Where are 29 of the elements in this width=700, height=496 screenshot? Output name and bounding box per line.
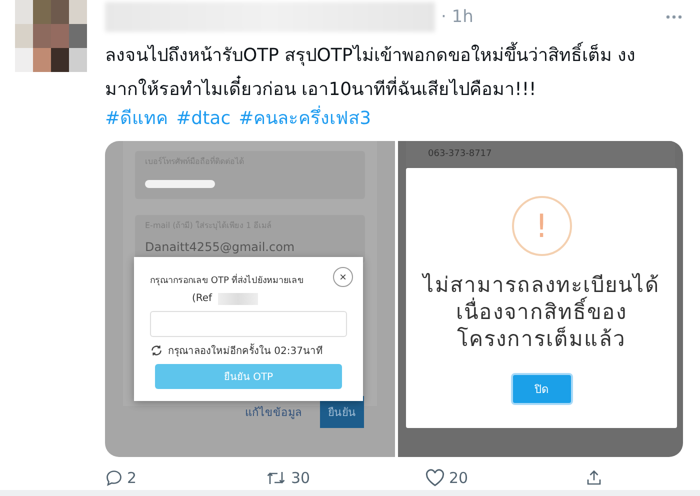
heart-icon — [425, 469, 445, 488]
avatar[interactable] — [15, 0, 87, 72]
alert-message: ไม่สามารถลงทะเบียนได้ เนื่องจากสิทธิ์ของ โครงการเต็มแล้ว — [423, 272, 660, 353]
ref-label: (Ref — [192, 293, 212, 304]
field-value: Danaitt4255@gmail.com — [145, 240, 296, 254]
hashtag-link[interactable]: #คนละครึ่งเฟส3 — [238, 106, 372, 131]
refresh-icon — [150, 344, 163, 357]
otp-input-field[interactable] — [150, 310, 347, 337]
submit-otp-button[interactable]: ยืนยัน OTP — [155, 364, 342, 389]
blurred-ref — [218, 292, 258, 305]
like-button[interactable]: 20 — [425, 469, 585, 488]
hashtag-link[interactable]: #dtac — [176, 106, 231, 131]
more-icon[interactable] — [665, 14, 683, 20]
alert-screenshot[interactable]: 063-373-8717 ! ไม่สามารถลงทะเบียนได้ เนื่องจากสิทธิ์ของ โครงการเต็มแล้ว ปิด — [398, 140, 683, 457]
redaction-mark — [145, 180, 215, 188]
post-text: ลงจนไปถึงหน้ารับOTP สรุปOTPไม่เข้าพอกดขอใหม่ขึ้นว่าสิทธิ์เต็ม งง มากให้รอทำไมเดี๋ยวก่อน เอา10นาทีที่ฉันเสียไปคือมา!!! — [105, 38, 683, 107]
edit-link[interactable]: แก้ไขข้อมูล — [245, 402, 302, 421]
hashtag-link[interactable]: #ดีแทค — [105, 106, 168, 131]
post-time[interactable]: · 1h — [441, 7, 474, 28]
reply-button[interactable]: 2 — [105, 469, 265, 488]
speech-bubble-icon — [105, 469, 123, 488]
otp-message: กรุณากรอกเลข OTP ที่ส่งไปยังหมายเลข — [150, 272, 304, 287]
share-icon — [585, 469, 603, 488]
retweet-button[interactable]: 30 — [265, 469, 425, 488]
close-button[interactable]: ปิด — [510, 372, 572, 405]
phone-number: 063-373-8717 — [406, 140, 675, 167]
retry-timer: กรุณาลองใหม่อีกครั้งใน 02:37นาที — [168, 342, 323, 358]
close-button[interactable]: × — [333, 266, 353, 287]
warning-icon: ! — [512, 196, 572, 256]
